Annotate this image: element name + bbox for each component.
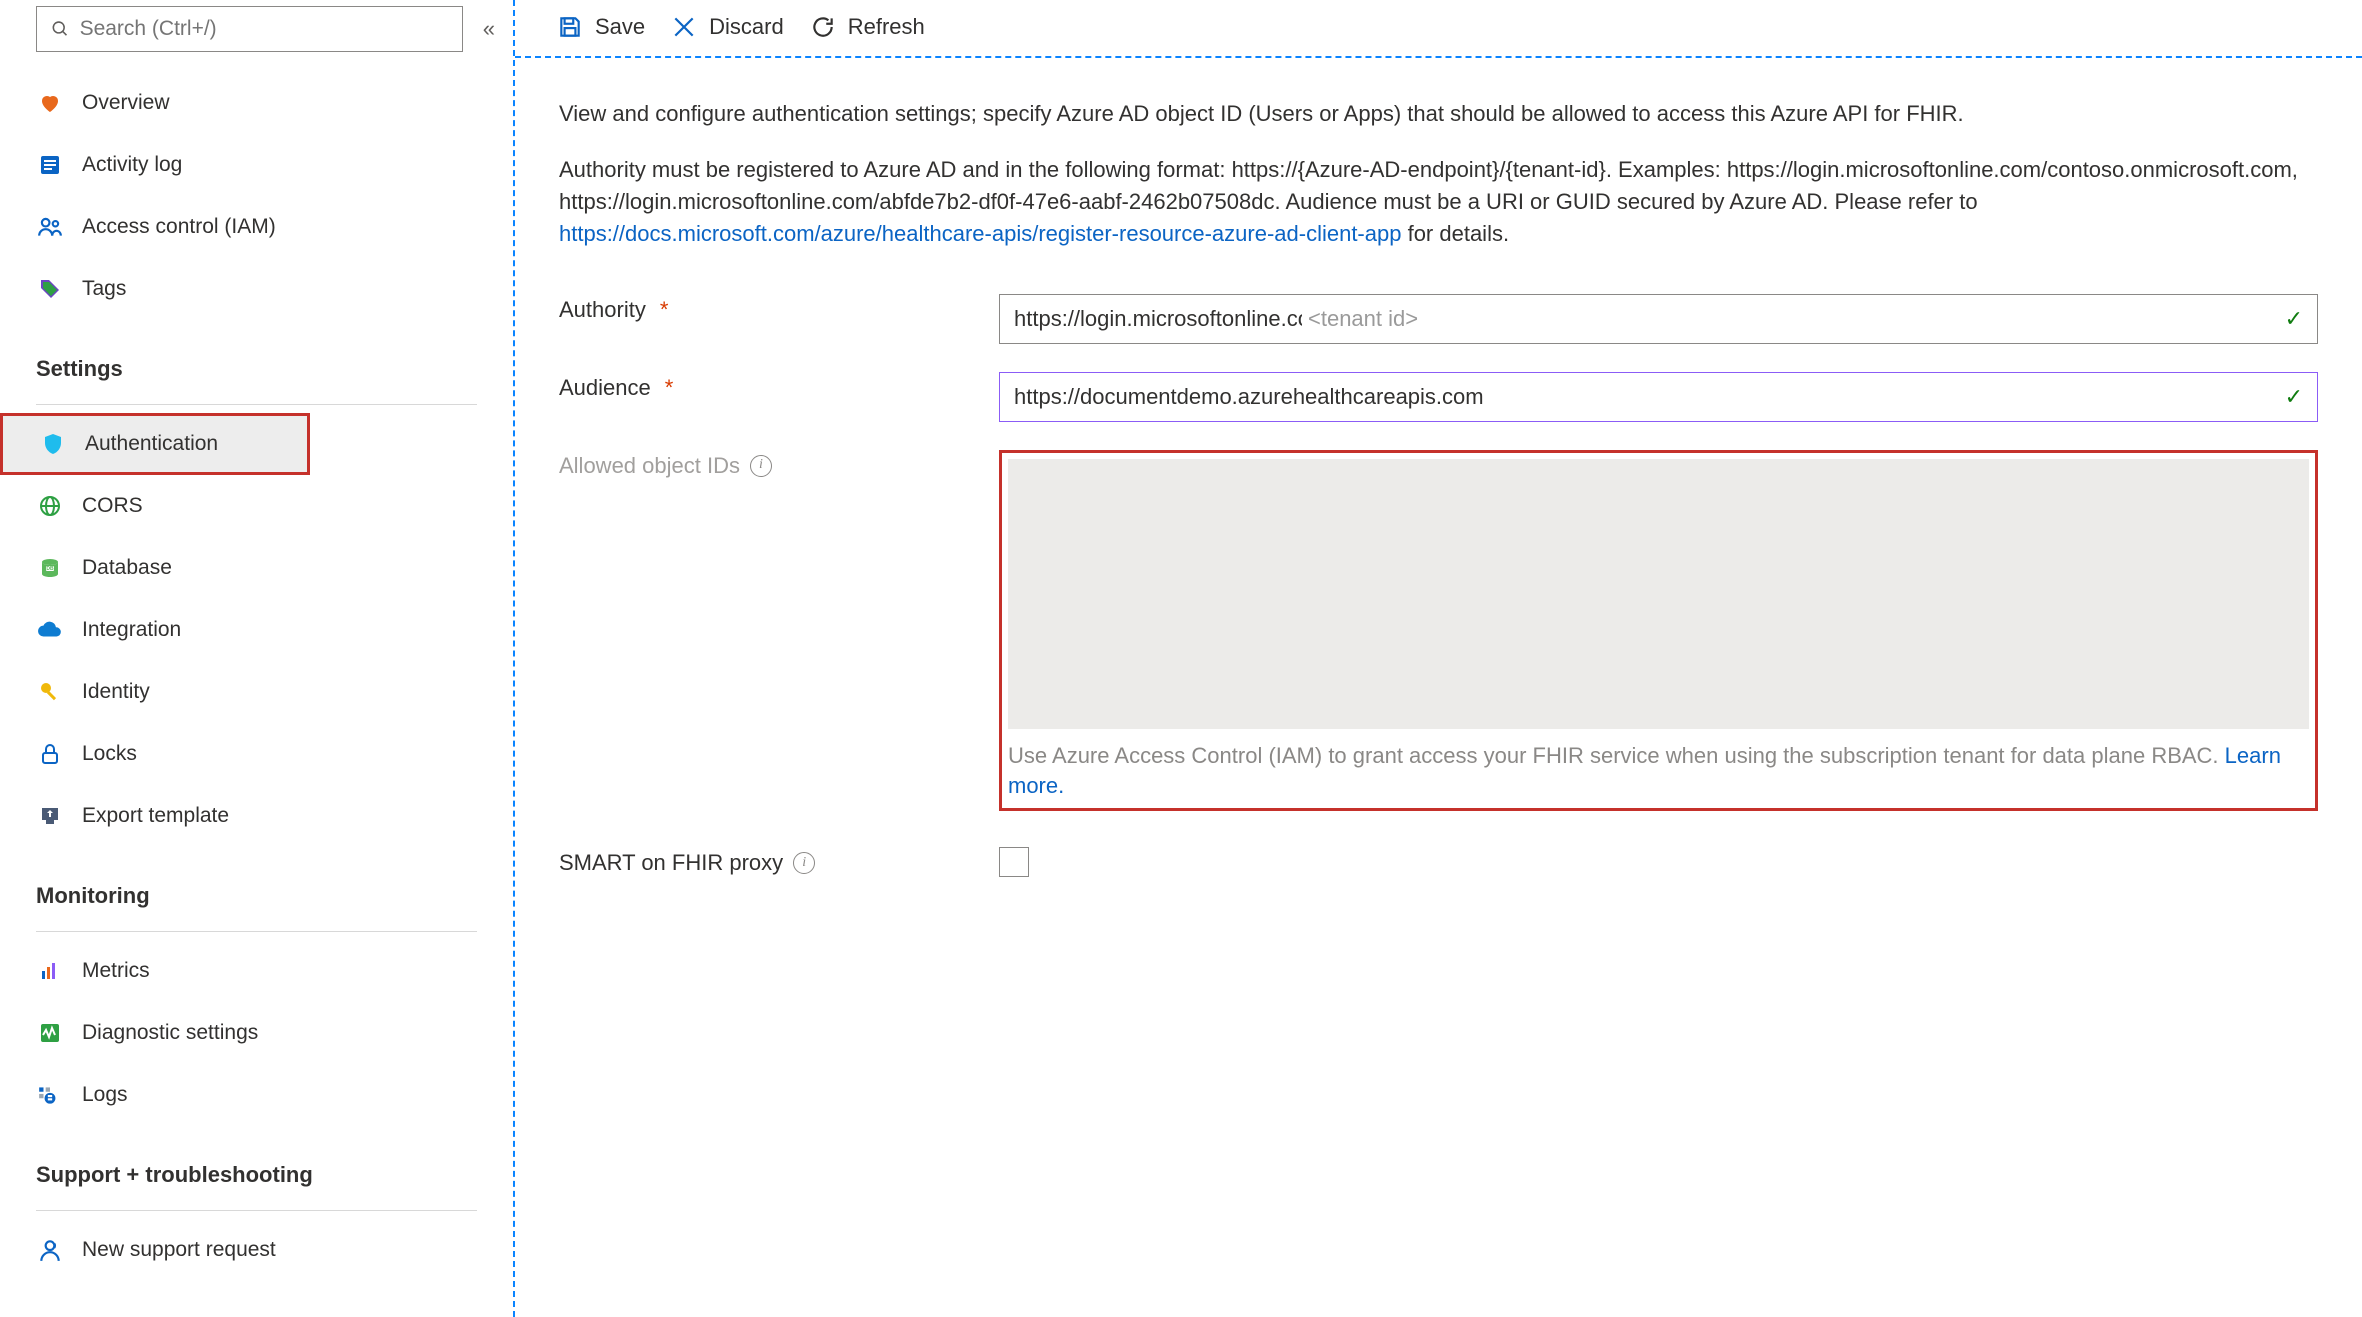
logs-icon (36, 1081, 64, 1109)
authority-row: Authority* <tenant id> ✓ (559, 294, 2318, 344)
export-icon (36, 802, 64, 830)
intro-text-2: Authority must be registered to Azure AD… (559, 154, 2318, 250)
authority-input[interactable] (1014, 306, 1302, 332)
docs-link[interactable]: https://docs.microsoft.com/azure/healthc… (559, 221, 1401, 246)
sidebar-item-label: Activity log (82, 153, 182, 177)
sidebar-item-label: CORS (82, 494, 143, 518)
refresh-icon (810, 14, 836, 40)
search-input[interactable] (80, 17, 448, 41)
sidebar-item-label: Identity (82, 680, 150, 704)
sidebar-item-cors[interactable]: CORS (0, 475, 513, 537)
sidebar-item-tags[interactable]: Tags (0, 258, 513, 320)
audience-label: Audience* (559, 372, 999, 404)
divider (36, 931, 477, 932)
toolbar: Save Discard Refresh (515, 0, 2362, 58)
refresh-button[interactable]: Refresh (810, 14, 925, 40)
close-icon (671, 14, 697, 40)
sidebar-item-activity-log[interactable]: Activity log (0, 134, 513, 196)
info-icon[interactable]: i (750, 455, 772, 477)
audience-input-wrapper[interactable]: ✓ (999, 372, 2318, 422)
sidebar-item-label: Metrics (82, 959, 150, 983)
sidebar-item-iam[interactable]: Access control (IAM) (0, 196, 513, 258)
database-icon: DB (36, 554, 64, 582)
allowed-ids-row: Allowed object IDs i Use Azure Access Co… (559, 450, 2318, 812)
divider (36, 404, 477, 405)
globe-icon (36, 492, 64, 520)
authority-label: Authority* (559, 294, 999, 326)
support-icon (36, 1236, 64, 1264)
divider (36, 1210, 477, 1211)
authority-input-wrapper[interactable]: <tenant id> ✓ (999, 294, 2318, 344)
required-marker: * (660, 294, 669, 326)
diagnostic-icon (36, 1019, 64, 1047)
tags-icon (36, 275, 64, 303)
sidebar-item-metrics[interactable]: Metrics (0, 940, 513, 1002)
section-settings-header: Settings (0, 320, 513, 394)
smart-label: SMART on FHIR proxy i (559, 847, 999, 879)
allowed-ids-highlight: Use Azure Access Control (IAM) to grant … (999, 450, 2318, 812)
sidebar-item-new-support[interactable]: New support request (0, 1219, 513, 1281)
section-support-header: Support + troubleshooting (0, 1126, 513, 1200)
sidebar-item-logs[interactable]: Logs (0, 1064, 513, 1126)
sidebar-item-label: New support request (82, 1238, 276, 1262)
info-icon[interactable]: i (793, 852, 815, 874)
sidebar-item-integration[interactable]: Integration (0, 599, 513, 661)
required-marker: * (665, 372, 674, 404)
sidebar-item-diagnostic[interactable]: Diagnostic settings (0, 1002, 513, 1064)
toolbar-label: Save (595, 14, 645, 40)
sidebar-item-export-template[interactable]: Export template (0, 785, 513, 847)
sidebar-item-database[interactable]: DB Database (0, 537, 513, 599)
sidebar-item-label: Export template (82, 804, 229, 828)
audience-row: Audience* ✓ (559, 372, 2318, 422)
allowed-ids-label: Allowed object IDs i (559, 450, 999, 482)
sidebar-item-label: Authentication (85, 432, 218, 456)
metrics-icon (36, 957, 64, 985)
allowed-ids-textarea[interactable] (1008, 459, 2309, 729)
save-button[interactable]: Save (557, 14, 645, 40)
save-icon (557, 14, 583, 40)
sidebar-item-label: Tags (82, 277, 126, 301)
discard-button[interactable]: Discard (671, 14, 784, 40)
sidebar-item-label: Access control (IAM) (82, 215, 276, 239)
search-box[interactable] (36, 6, 463, 52)
content: View and configure authentication settin… (515, 58, 2362, 914)
sidebar: « Overview Activity log Access control (… (0, 0, 515, 1317)
sidebar-item-label: Overview (82, 91, 170, 115)
audience-input[interactable] (1014, 384, 2275, 410)
people-icon (36, 213, 64, 241)
svg-text:DB: DB (46, 566, 54, 572)
heart-icon (36, 89, 64, 117)
section-monitoring-header: Monitoring (0, 847, 513, 921)
sidebar-item-label: Diagnostic settings (82, 1021, 258, 1045)
sidebar-item-label: Integration (82, 618, 181, 642)
toolbar-label: Discard (709, 14, 784, 40)
sidebar-item-label: Database (82, 556, 172, 580)
activity-log-icon (36, 151, 64, 179)
toolbar-label: Refresh (848, 14, 925, 40)
sidebar-item-overview[interactable]: Overview (0, 72, 513, 134)
intro-text-1: View and configure authentication settin… (559, 98, 2318, 130)
sidebar-item-label: Logs (82, 1083, 128, 1107)
shield-icon (39, 430, 67, 458)
smart-checkbox[interactable] (999, 847, 1029, 877)
cloud-icon (36, 616, 64, 644)
sidebar-item-authentication[interactable]: Authentication (0, 413, 310, 475)
check-icon: ✓ (2285, 381, 2303, 413)
sidebar-item-identity[interactable]: Identity (0, 661, 513, 723)
search-icon (51, 19, 70, 39)
check-icon: ✓ (2285, 303, 2303, 335)
authority-hint: <tenant id> (1308, 303, 1418, 335)
sidebar-item-label: Locks (82, 742, 137, 766)
lock-icon (36, 740, 64, 768)
sidebar-item-locks[interactable]: Locks (0, 723, 513, 785)
main: Save Discard Refresh View and configure … (515, 0, 2362, 1317)
smart-row: SMART on FHIR proxy i (559, 847, 2318, 886)
collapse-sidebar-button[interactable]: « (483, 16, 495, 42)
key-icon (36, 678, 64, 706)
allowed-ids-help: Use Azure Access Control (IAM) to grant … (1008, 741, 2309, 803)
